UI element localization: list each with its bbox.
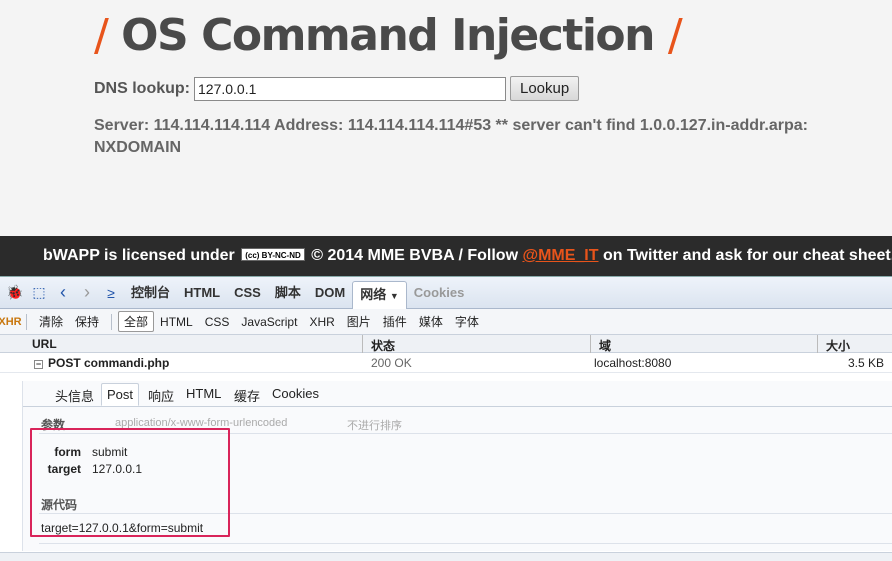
filter-plugins[interactable]: 插件	[377, 311, 413, 332]
tab-headers[interactable]: 头信息	[55, 386, 94, 405]
lookup-result: Server: 114.114.114.114 Address: 114.114…	[94, 117, 808, 156]
highlight-box	[30, 428, 230, 537]
clear-button[interactable]: 清除	[33, 311, 69, 332]
tab-network[interactable]: 网络 ▼	[352, 280, 407, 309]
dns-lookup-input[interactable]	[194, 76, 506, 101]
column-divider[interactable]	[817, 335, 818, 353]
lookup-button[interactable]: Lookup	[510, 76, 580, 101]
column-divider[interactable]	[362, 335, 363, 353]
filter-media[interactable]: 媒体	[413, 311, 449, 332]
firebug-bug-icon[interactable]: 🐞	[4, 282, 26, 304]
firebug-status-bar	[0, 552, 892, 561]
request-status: 200 OK	[371, 356, 412, 370]
page-footer: bWAPP is licensed under (cc) BY-NC-ND © …	[0, 236, 892, 276]
tab-network-label: 网络	[360, 286, 387, 302]
filter-xhr[interactable]: XHR	[303, 313, 340, 331]
footer-copyright-text: © 2014 MME BVBA / Follow	[311, 247, 519, 264]
request-domain: localhost:8080	[594, 356, 672, 370]
back-arrow-icon[interactable]: ‹	[52, 282, 74, 304]
column-url[interactable]: URL	[32, 337, 57, 351]
tab-cookies[interactable]: Cookies	[407, 280, 472, 306]
request-row[interactable]: − POST commandi.php 200 OK localhost:8080…	[0, 353, 892, 373]
request-size: 3.5 KB	[848, 356, 885, 370]
network-filter-bar: XHR 清除 保持 全部 HTML CSS JavaScript XHR 图片 …	[0, 309, 892, 335]
title-text: OS Command Injection	[121, 10, 655, 61]
title-slash-right: /	[667, 10, 683, 61]
chevron-down-icon: ▼	[389, 290, 399, 301]
filter-html[interactable]: HTML	[154, 313, 199, 331]
persist-button[interactable]: 保持	[69, 311, 105, 332]
inspect-element-icon[interactable]: ⬚	[28, 282, 50, 304]
tab-script[interactable]: 脚本	[268, 280, 308, 306]
column-status[interactable]: 状态	[371, 337, 395, 354]
sort-toggle[interactable]: 不进行排序	[347, 417, 402, 433]
tab-console[interactable]: 控制台	[124, 280, 177, 306]
filter-css[interactable]: CSS	[199, 313, 236, 331]
network-column-header: URL 状态 域 大小	[0, 335, 892, 353]
footer-twitter-text: on Twitter and ask for our cheat sheet, …	[602, 247, 892, 264]
page-title: / OS Command Injection /	[94, 10, 683, 61]
command-line-icon[interactable]: ≥	[100, 282, 122, 304]
title-slash-left: /	[94, 10, 109, 61]
forward-arrow-icon[interactable]: ›	[76, 282, 98, 304]
bwapp-page: / OS Command Injection / DNS lookup: Loo…	[0, 0, 892, 236]
tab-dom[interactable]: DOM	[308, 280, 352, 306]
tab-response[interactable]: 响应	[148, 386, 174, 405]
tab-post[interactable]: Post	[101, 383, 140, 406]
request-url[interactable]: − POST commandi.php	[34, 356, 169, 370]
column-size[interactable]: 大小	[826, 337, 850, 354]
divider	[26, 313, 27, 330]
footer-license-text: bWAPP is licensed under	[43, 247, 235, 264]
firebug-main-toolbar: 🐞 ⬚ ‹ › ≥ 控制台 HTML CSS 脚本 DOM 网络 ▼ Cooki…	[0, 277, 892, 309]
request-url-text: POST commandi.php	[48, 356, 170, 370]
xhr-icon: XHR	[0, 315, 22, 328]
tab-detail-html[interactable]: HTML	[186, 386, 221, 401]
collapse-icon[interactable]: −	[34, 360, 43, 369]
tab-html[interactable]: HTML	[177, 280, 227, 306]
column-domain[interactable]: 域	[599, 337, 611, 354]
filter-images[interactable]: 图片	[341, 311, 377, 332]
cc-license-icon[interactable]: (cc) BY-NC-ND	[241, 247, 305, 261]
divider	[111, 313, 113, 330]
dns-lookup-form: DNS lookup: Lookup	[94, 76, 580, 101]
divider	[39, 543, 892, 544]
dns-lookup-label: DNS lookup:	[94, 79, 190, 97]
tab-cache[interactable]: 缓存	[234, 386, 260, 405]
filter-fonts[interactable]: 字体	[449, 311, 485, 332]
filter-javascript[interactable]: JavaScript	[235, 313, 303, 331]
filter-all[interactable]: 全部	[118, 311, 155, 332]
tab-css[interactable]: CSS	[227, 280, 268, 306]
request-detail-tabs: 头信息 Post 响应 HTML 缓存 Cookies	[23, 381, 892, 407]
tab-detail-cookies[interactable]: Cookies	[272, 386, 319, 401]
column-divider[interactable]	[590, 335, 591, 353]
twitter-link[interactable]: @MME_IT	[522, 247, 598, 264]
